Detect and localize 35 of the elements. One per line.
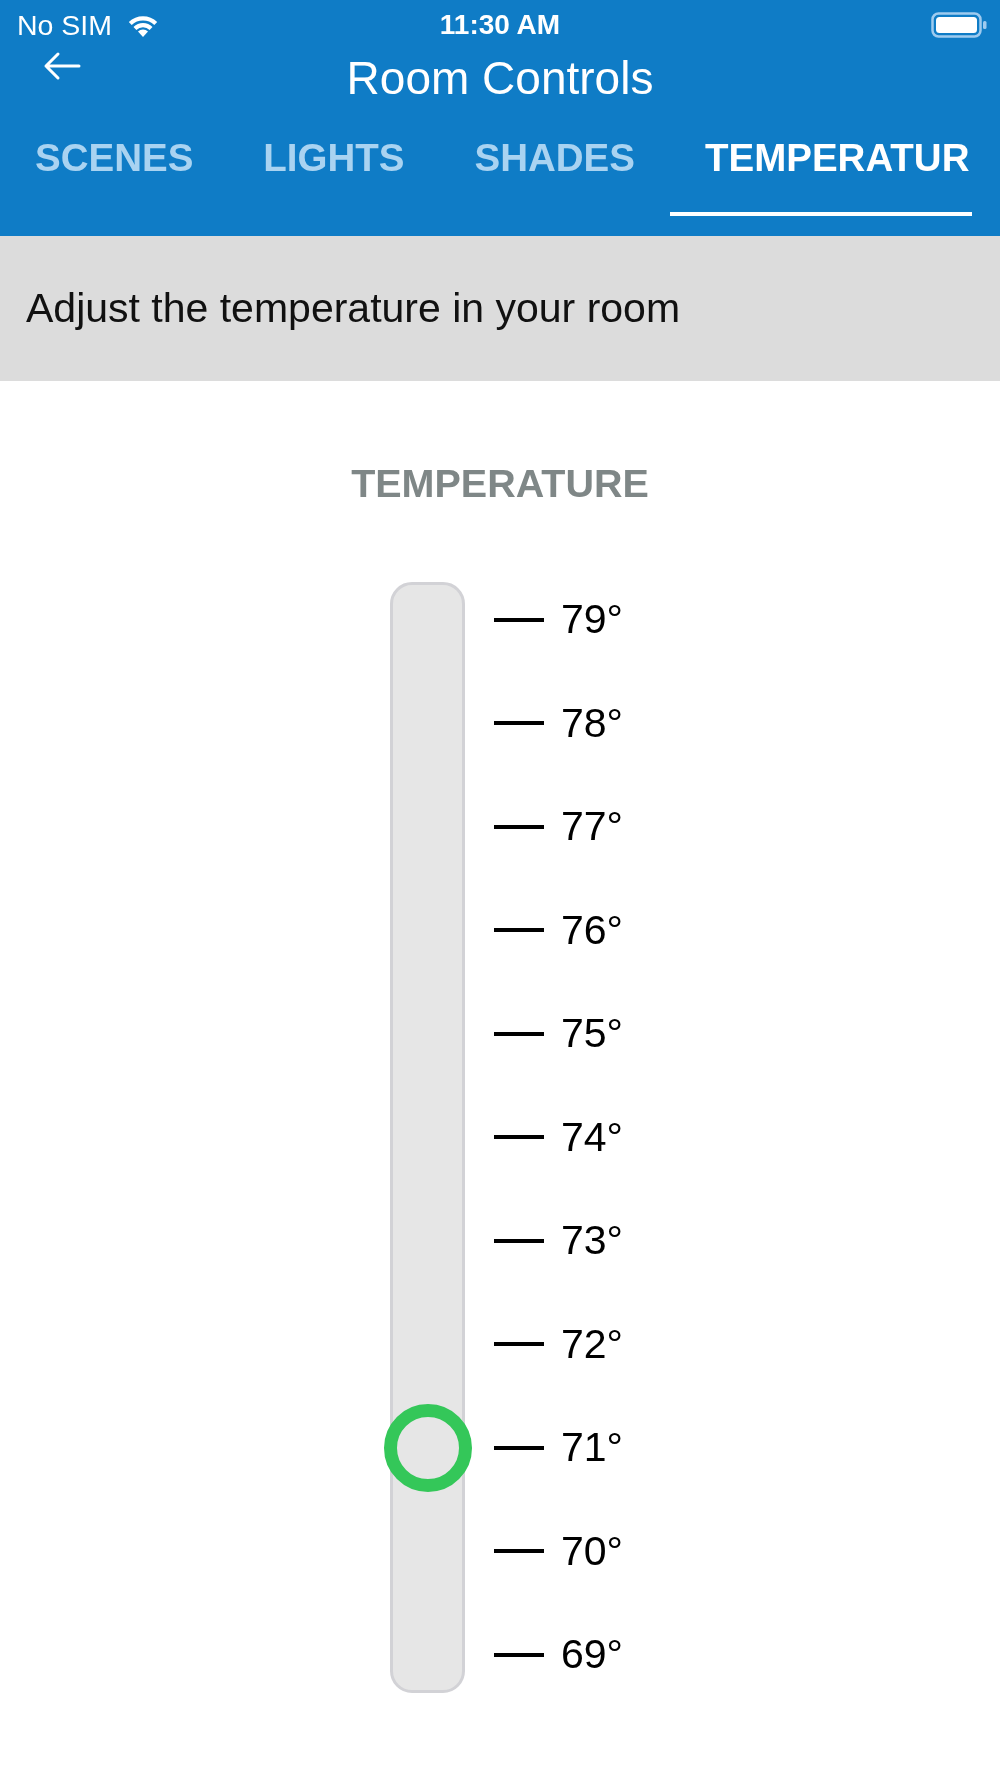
description-text: Adjust the temperature in your room [26, 285, 681, 332]
back-arrow-icon [43, 51, 81, 81]
tab[interactable]: SCENES [0, 106, 229, 216]
tab[interactable]: LIGHTS [228, 106, 440, 216]
section-heading: TEMPERATURE [350, 461, 650, 505]
tick-label: 75° [561, 1010, 623, 1058]
tick-mark [494, 1135, 544, 1140]
carrier-text: No SIM [17, 8, 113, 42]
slider-track[interactable] [390, 582, 465, 1693]
screen-title: Room Controls [346, 51, 654, 106]
tick-label: 79° [561, 596, 623, 644]
tick-mark [494, 824, 544, 829]
tick-label: 78° [561, 699, 623, 747]
tick-mark [494, 1445, 544, 1450]
tick-mark [494, 928, 544, 933]
tick-label: 71° [561, 1424, 623, 1472]
tick-mark [494, 721, 544, 726]
tick-label: 77° [561, 803, 623, 851]
tick-mark [494, 1238, 544, 1243]
clock-text: 11:30 AM [439, 9, 561, 41]
tick-label: 73° [561, 1217, 623, 1265]
tick-mark [494, 1342, 544, 1347]
tick-mark [494, 1652, 544, 1657]
tick-label: 70° [561, 1527, 623, 1575]
tick-mark [494, 1031, 544, 1036]
battery-icon [931, 12, 987, 38]
tab[interactable]: TEMPERATUR [669, 106, 973, 216]
tick-label: 74° [561, 1113, 623, 1161]
tick-mark [494, 1549, 544, 1554]
tab[interactable]: SHADES [439, 106, 670, 216]
tick-label: 69° [561, 1631, 623, 1679]
tick-label: 76° [561, 906, 623, 954]
back-button[interactable] [43, 51, 81, 81]
tick-label: 72° [561, 1320, 623, 1368]
tick-mark [494, 617, 544, 622]
